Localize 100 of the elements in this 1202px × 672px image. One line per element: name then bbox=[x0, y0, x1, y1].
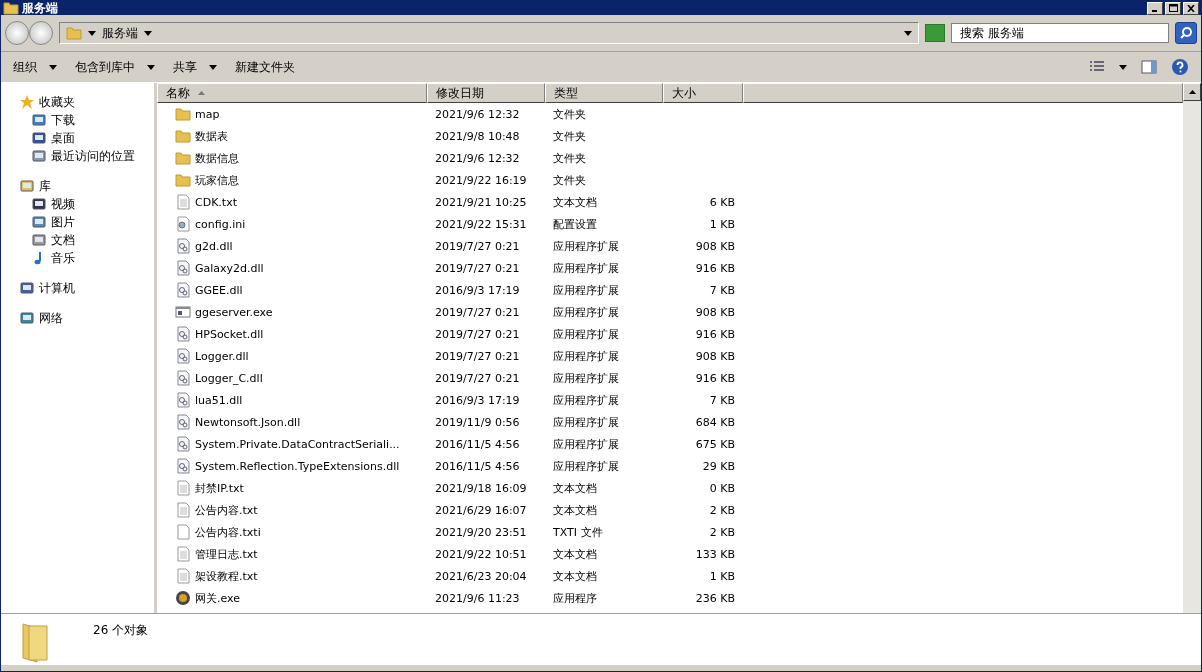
address-bar[interactable]: 服务端 bbox=[59, 22, 919, 44]
modified-date: 2019/7/27 0:21 bbox=[434, 305, 521, 319]
file-name[interactable]: System.Private.DataContractSeriali... bbox=[195, 437, 400, 451]
sidebar-item[interactable]: 库 bbox=[1, 177, 57, 195]
sidebar-item[interactable]: 计算机 bbox=[1, 279, 81, 297]
file-name[interactable]: config.ini bbox=[195, 217, 246, 231]
modified-date: 2021/9/18 16:09 bbox=[434, 481, 528, 495]
file-type: 应用程序扩展 bbox=[552, 392, 620, 408]
file-name[interactable]: lua51.dll bbox=[195, 393, 243, 407]
file-size: 684 KB bbox=[694, 415, 736, 429]
modified-date: 2021/9/6 11:23 bbox=[434, 591, 521, 605]
file-name[interactable]: 封禁IP.txt bbox=[195, 480, 244, 496]
sidebar-item[interactable]: 网络 bbox=[1, 309, 69, 327]
file-size: 133 KB bbox=[694, 547, 736, 561]
file-type: 文本文档 bbox=[552, 546, 598, 562]
file-type: 应用程序扩展 bbox=[552, 436, 620, 452]
sidebar-item[interactable]: 图片 bbox=[1, 213, 81, 231]
file-type: 应用程序扩展 bbox=[552, 304, 620, 320]
modified-date: 2021/9/6 12:32 bbox=[434, 151, 521, 165]
file-name[interactable]: map bbox=[195, 107, 220, 121]
file-type: 应用程序扩展 bbox=[552, 370, 620, 386]
column-header[interactable]: 类型 bbox=[545, 83, 663, 103]
modified-date: 2021/9/8 10:48 bbox=[434, 129, 521, 143]
file-size: 7 KB bbox=[708, 283, 736, 297]
file-type: 应用程序扩展 bbox=[552, 326, 620, 342]
file-name[interactable]: System.Reflection.TypeExtensions.dll bbox=[195, 459, 400, 473]
file-type: 应用程序扩展 bbox=[552, 414, 620, 430]
sidebar-item[interactable]: 文档 bbox=[1, 231, 81, 249]
modified-date: 2019/11/9 0:56 bbox=[434, 415, 521, 429]
modified-date: 2016/11/5 4:56 bbox=[434, 437, 521, 451]
file-size: 916 KB bbox=[694, 371, 736, 385]
file-type: 应用程序扩展 bbox=[552, 238, 620, 254]
sidebar-item[interactable]: 最近访问的位置 bbox=[1, 147, 141, 165]
file-name[interactable]: 数据信息 bbox=[195, 150, 239, 166]
toolbar-button[interactable]: 组织 bbox=[7, 55, 63, 79]
file-name[interactable]: Galaxy2d.dll bbox=[195, 261, 264, 275]
file-size: 2 KB bbox=[708, 525, 736, 539]
column-header[interactable]: 修改日期 bbox=[427, 83, 545, 103]
column-header[interactable]: 名称 bbox=[157, 83, 427, 103]
file-size: 236 KB bbox=[694, 591, 736, 605]
file-size: 916 KB bbox=[694, 261, 736, 275]
sidebar-item[interactable]: 桌面 bbox=[1, 129, 81, 147]
toolbar-button[interactable]: 共享 bbox=[167, 55, 223, 79]
modified-date: 2016/9/3 17:19 bbox=[434, 393, 521, 407]
file-type: 文件夹 bbox=[552, 172, 587, 188]
file-type: 文件夹 bbox=[552, 106, 587, 122]
toolbar-button[interactable]: 包含到库中 bbox=[69, 55, 161, 79]
file-type: 文本文档 bbox=[552, 194, 598, 210]
file-name[interactable]: Newtonsoft.Json.dll bbox=[195, 415, 301, 429]
file-size: 1 KB bbox=[708, 569, 736, 583]
modified-date: 2021/9/21 10:25 bbox=[434, 195, 528, 209]
file-type: TXTI 文件 bbox=[552, 524, 604, 540]
sidebar-item[interactable]: 下载 bbox=[1, 111, 81, 129]
sidebar-item[interactable]: 音乐 bbox=[1, 249, 81, 267]
file-type: 文本文档 bbox=[552, 480, 598, 496]
modified-date: 2021/9/22 10:51 bbox=[434, 547, 528, 561]
modified-date: 2016/9/3 17:19 bbox=[434, 283, 521, 297]
file-name[interactable]: 网关.exe bbox=[195, 590, 240, 606]
modified-date: 2021/9/20 23:51 bbox=[434, 525, 528, 539]
modified-date: 2019/7/27 0:21 bbox=[434, 371, 521, 385]
modified-date: 2021/6/29 16:07 bbox=[434, 503, 528, 517]
file-name[interactable]: 架设教程.txt bbox=[195, 568, 258, 584]
file-type: 应用程序扩展 bbox=[552, 458, 620, 474]
file-name[interactable]: Logger_C.dll bbox=[195, 371, 263, 385]
file-size: 1 KB bbox=[708, 217, 736, 231]
file-size: 0 KB bbox=[708, 481, 736, 495]
file-name[interactable]: Logger.dll bbox=[195, 349, 249, 363]
file-name[interactable]: ggeserver.exe bbox=[195, 305, 273, 319]
file-type: 应用程序扩展 bbox=[552, 282, 620, 298]
modified-date: 2019/7/27 0:21 bbox=[434, 261, 521, 275]
toolbar-button[interactable]: 新建文件夹 bbox=[229, 55, 301, 79]
file-name[interactable]: g2d.dll bbox=[195, 239, 233, 253]
file-type: 文本文档 bbox=[552, 568, 598, 584]
file-name[interactable]: 玩家信息 bbox=[195, 172, 239, 188]
modified-date: 2016/11/5 4:56 bbox=[434, 459, 521, 473]
file-size: 29 KB bbox=[701, 459, 736, 473]
file-size: 6 KB bbox=[708, 195, 736, 209]
file-size: 2 KB bbox=[708, 503, 736, 517]
file-name[interactable]: 公告内容.txt bbox=[195, 502, 258, 518]
file-size: 908 KB bbox=[694, 349, 736, 363]
file-name[interactable]: GGEE.dll bbox=[195, 283, 243, 297]
file-type: 文件夹 bbox=[552, 128, 587, 144]
file-type: 配置设置 bbox=[552, 216, 598, 232]
file-name[interactable]: 管理日志.txt bbox=[195, 546, 258, 562]
file-size: 675 KB bbox=[694, 437, 736, 451]
sidebar-item[interactable]: 视频 bbox=[1, 195, 81, 213]
file-size: 908 KB bbox=[694, 239, 736, 253]
search-field[interactable]: 搜索 服务端 bbox=[951, 23, 1169, 43]
item-count: 26 个对象 bbox=[93, 622, 149, 639]
file-size: 916 KB bbox=[694, 327, 736, 341]
file-name[interactable]: 公告内容.txti bbox=[195, 524, 261, 540]
modified-date: 2019/7/27 0:21 bbox=[434, 239, 521, 253]
file-type: 文件夹 bbox=[552, 150, 587, 166]
file-name[interactable]: 数据表 bbox=[195, 128, 228, 144]
sidebar-item[interactable]: 收藏夹 bbox=[1, 93, 81, 111]
column-header[interactable]: 大小 bbox=[663, 83, 743, 103]
window-title: 服务端 bbox=[22, 0, 58, 17]
file-name[interactable]: CDK.txt bbox=[195, 195, 237, 209]
file-name[interactable]: HPSocket.dll bbox=[195, 327, 264, 341]
modified-date: 2021/9/22 15:31 bbox=[434, 217, 528, 231]
